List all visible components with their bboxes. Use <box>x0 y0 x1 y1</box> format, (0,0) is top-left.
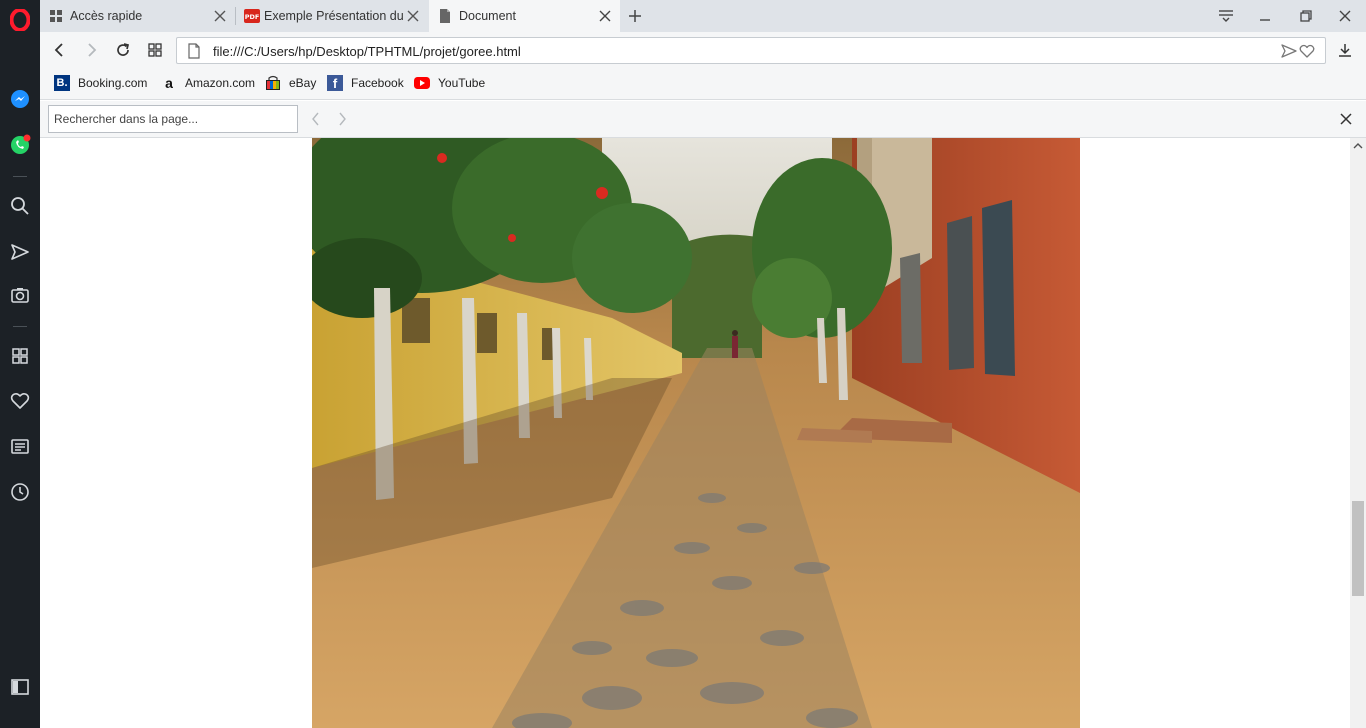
close-window-button[interactable] <box>1333 4 1357 28</box>
heart-icon[interactable] <box>8 389 32 413</box>
reload-button[interactable] <box>112 39 134 61</box>
bookmark-label: Facebook <box>351 76 404 90</box>
tab-pdf[interactable]: PDF Exemple Présentation du p <box>236 0 428 32</box>
browser-window: Accès rapide PDF Exemple Présentation du… <box>0 0 1366 728</box>
pdf-icon: PDF <box>244 8 260 24</box>
tab-title: Accès rapide <box>70 9 143 23</box>
file-page-icon <box>186 43 202 59</box>
minimize-button[interactable] <box>1253 4 1277 28</box>
sidebar-separator <box>13 326 27 327</box>
speed-dial-button[interactable] <box>144 39 166 61</box>
send-icon[interactable] <box>8 240 32 264</box>
youtube-icon <box>414 75 430 91</box>
opera-menu-icon[interactable] <box>8 8 32 32</box>
tab-speed-dial[interactable]: Accès rapide <box>40 0 235 32</box>
download-icon[interactable] <box>1334 39 1356 61</box>
facebook-icon: f <box>327 75 343 91</box>
tab-menu-icon[interactable] <box>1214 4 1238 28</box>
search-icon[interactable] <box>8 194 32 218</box>
bookmark-youtube[interactable]: YouTube <box>414 75 485 91</box>
svg-text:PDF: PDF <box>245 13 260 21</box>
bookmark-heart-icon[interactable] <box>1299 43 1315 59</box>
amazon-icon: a <box>165 75 173 91</box>
share-icon[interactable] <box>1281 43 1297 59</box>
document-icon <box>437 8 453 24</box>
scrollbar-thumb[interactable] <box>1352 501 1364 596</box>
url-text: file:///C:/Users/hp/Desktop/TPHTML/proje… <box>213 44 521 59</box>
tab-title: Document <box>459 9 516 23</box>
messenger-icon[interactable] <box>8 87 32 111</box>
url-field[interactable]: file:///C:/Users/hp/Desktop/TPHTML/proje… <box>176 37 1326 64</box>
booking-icon: B. <box>54 75 70 91</box>
close-icon[interactable] <box>598 9 612 23</box>
history-icon[interactable] <box>8 480 32 504</box>
vertical-scrollbar[interactable] <box>1350 138 1366 728</box>
sidebar-toggle-icon[interactable] <box>8 675 32 699</box>
grid-icon <box>48 8 64 24</box>
find-input[interactable] <box>48 105 298 133</box>
find-next-button[interactable] <box>333 110 351 128</box>
close-find-icon[interactable] <box>1338 111 1354 127</box>
forward-button[interactable] <box>80 39 102 61</box>
tab-strip: Accès rapide PDF Exemple Présentation du… <box>40 0 1366 32</box>
bookmark-facebook[interactable]: f Facebook <box>327 75 404 91</box>
tab-document[interactable]: Document <box>429 0 620 32</box>
back-button[interactable] <box>49 39 71 61</box>
camera-icon[interactable] <box>8 283 32 307</box>
new-tab-button[interactable] <box>625 6 645 26</box>
bookmark-amazon[interactable]: a Amazon.com <box>161 75 255 91</box>
bookmark-label: Booking.com <box>78 76 148 90</box>
whatsapp-icon[interactable] <box>8 133 32 157</box>
restore-button[interactable] <box>1294 4 1318 28</box>
close-icon[interactable] <box>213 9 227 23</box>
speed-dial-icon[interactable] <box>8 344 32 368</box>
find-previous-button[interactable] <box>307 110 325 128</box>
bookmark-label: eBay <box>289 76 317 90</box>
opera-sidebar <box>0 0 40 728</box>
tab-title: Exemple Présentation du p <box>264 9 404 23</box>
close-icon[interactable] <box>406 9 420 23</box>
bookmark-label: Amazon.com <box>185 76 256 90</box>
sidebar-separator <box>13 176 27 177</box>
bookmark-booking[interactable]: B. Booking.com <box>54 75 147 91</box>
bookmark-ebay[interactable]: eBay <box>265 75 316 91</box>
scroll-up-arrow-icon[interactable] <box>1353 140 1363 150</box>
street-photo <box>312 138 1080 728</box>
news-icon[interactable] <box>8 434 32 458</box>
page-viewport <box>40 138 1350 728</box>
bookmarks-bar: B. Booking.com a Amazon.com eBay f Faceb… <box>40 68 1366 100</box>
find-bar <box>40 101 1366 138</box>
ebay-icon <box>265 75 281 91</box>
address-bar-row: file:///C:/Users/hp/Desktop/TPHTML/proje… <box>40 32 1366 68</box>
bookmark-label: YouTube <box>438 76 486 90</box>
